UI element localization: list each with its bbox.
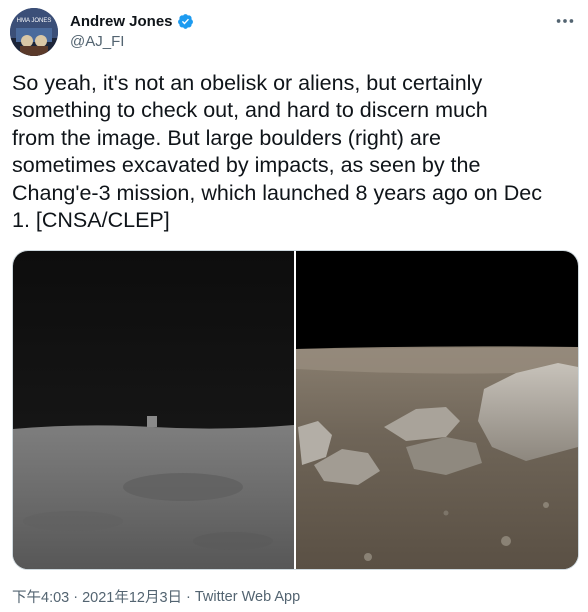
media-grid (12, 250, 579, 570)
tweet-date[interactable]: 2021年12月3日 (82, 586, 182, 607)
tweet-text: So yeah, it's not an obelisk or aliens, … (12, 71, 542, 233)
more-options-icon[interactable] (554, 10, 576, 32)
tweet-meta: 下午4:03 · 2021年12月3日 · Twitter Web App (12, 586, 300, 607)
tweet-time[interactable]: 下午4:03 (12, 586, 69, 607)
author-handle[interactable]: @AJ_FI (70, 33, 194, 50)
meta-separator: · (73, 588, 79, 605)
tweet-header: HMA JONES Andrew Jones @AJ_FI (10, 8, 580, 56)
tweet-source-app[interactable]: Twitter Web App (195, 589, 300, 605)
meta-separator: · (186, 588, 191, 605)
author-display-name[interactable]: Andrew Jones (70, 13, 173, 30)
avatar-image: HMA JONES (10, 8, 58, 56)
verified-badge-icon (177, 13, 193, 29)
avatar-text: HMA JONES (17, 18, 52, 24)
lunar-horizon-photo[interactable] (13, 251, 294, 569)
avatar[interactable]: HMA JONES (10, 8, 58, 56)
boulders-photo[interactable] (296, 251, 578, 569)
